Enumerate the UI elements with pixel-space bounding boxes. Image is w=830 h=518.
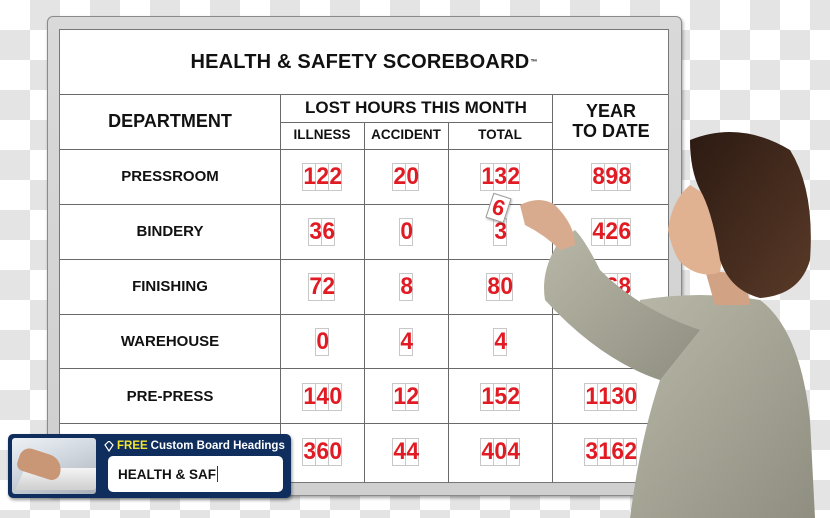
- header-illness: ILLNESS: [293, 127, 351, 143]
- cell-ytd: 3162: [552, 424, 670, 479]
- cell-accident: 4: [364, 314, 448, 369]
- digit-card[interactable]: 8: [616, 272, 631, 301]
- digit-card[interactable]: 0: [405, 162, 419, 191]
- digit-card[interactable]: 0: [623, 382, 637, 411]
- header-total: TOTAL: [478, 127, 522, 143]
- digit-card[interactable]: 3: [584, 437, 598, 466]
- digit-card[interactable]: 4: [392, 437, 406, 466]
- digit-card[interactable]: 3: [301, 437, 316, 466]
- board-title: HEALTH & SAFETY SCOREBOARD ™: [190, 50, 538, 73]
- department-name: WAREHOUSE: [120, 333, 220, 350]
- digit-card[interactable]: 6: [321, 217, 335, 246]
- leaf-logo-icon: [104, 440, 114, 452]
- cell-total: 404: [448, 424, 552, 479]
- digit-card[interactable]: 1: [301, 162, 316, 191]
- scoreboard: HEALTH & SAFETY SCOREBOARD ™ DEPARTMENT L…: [59, 29, 669, 483]
- neck: [705, 270, 750, 305]
- digit-card[interactable]: 8: [590, 162, 605, 191]
- digit-card[interactable]: 1: [301, 382, 316, 411]
- digit-card[interactable]: 4: [398, 327, 413, 356]
- trademark: ™: [530, 58, 538, 66]
- cell-accident: 8: [364, 259, 448, 314]
- digit-card[interactable]: 2: [405, 382, 419, 411]
- cell-ytd: [552, 314, 670, 369]
- digit-card[interactable]: 0: [398, 217, 413, 246]
- cell-total: 4: [448, 314, 552, 369]
- cell-ytd: 898: [552, 149, 670, 204]
- text-caret: [217, 466, 218, 482]
- cell-illness: 122: [280, 149, 364, 204]
- digit-card[interactable]: 1: [479, 382, 494, 411]
- cell-illness: 72: [280, 259, 364, 314]
- department-name: FINISHING: [132, 278, 208, 295]
- cell-ytd: 1130: [552, 369, 670, 424]
- digit-card[interactable]: 0: [327, 437, 342, 466]
- promo-badge[interactable]: FREE Custom Board Headings HEALTH & SAF: [8, 434, 291, 498]
- digit-card[interactable]: 1: [597, 437, 611, 466]
- digit-card[interactable]: 6: [616, 217, 631, 246]
- cell-accident: 0: [364, 204, 448, 259]
- digit-card[interactable]: 6: [603, 272, 618, 301]
- digit-card[interactable]: 5: [590, 272, 605, 301]
- digit-card[interactable]: 4: [505, 437, 520, 466]
- digit-card[interactable]: 6: [610, 437, 624, 466]
- digit-card[interactable]: 3: [492, 162, 507, 191]
- header-department: DEPARTMENT: [108, 110, 232, 131]
- digit-card[interactable]: 0: [492, 437, 507, 466]
- digit-card[interactable]: 6: [314, 437, 329, 466]
- digit-card[interactable]: 1: [479, 162, 494, 191]
- digit-card[interactable]: 2: [505, 382, 520, 411]
- digit-card[interactable]: 0: [327, 382, 342, 411]
- digit-card[interactable]: 4: [314, 382, 329, 411]
- custom-heading-input[interactable]: HEALTH & SAF: [108, 456, 283, 492]
- cell-illness: 140: [280, 369, 364, 424]
- digit-card[interactable]: 8: [486, 272, 500, 301]
- digit-card[interactable]: 3: [610, 382, 624, 411]
- digit-card[interactable]: 0: [499, 272, 513, 301]
- department-name: PRE-PRESS: [126, 388, 214, 405]
- cell-accident: 44: [364, 424, 448, 479]
- promo-heading-text: Custom Board Headings: [150, 440, 285, 452]
- digit-card[interactable]: 1: [597, 382, 611, 411]
- digit-card[interactable]: 3: [308, 217, 322, 246]
- cell-illness: 36: [280, 204, 364, 259]
- digit-card[interactable]: 2: [392, 162, 406, 191]
- digit-card[interactable]: 4: [479, 437, 494, 466]
- promo-heading: FREE Custom Board Headings: [104, 440, 285, 452]
- header-accident: ACCIDENT: [371, 127, 441, 143]
- digit-card[interactable]: 8: [398, 272, 413, 301]
- typing-photo: [12, 438, 96, 494]
- digit-card[interactable]: 1: [392, 382, 406, 411]
- cell-accident: 12: [364, 369, 448, 424]
- digit-card[interactable]: 4: [405, 437, 419, 466]
- cell-total: 80: [448, 259, 552, 314]
- cell-illness: 360: [280, 424, 364, 479]
- department-name: PRESSROOM: [121, 168, 219, 185]
- digit-card[interactable]: 7: [308, 272, 322, 301]
- digit-card[interactable]: 2: [505, 162, 520, 191]
- free-label: FREE: [117, 440, 148, 452]
- digit-card[interactable]: 4: [590, 217, 605, 246]
- digit-card[interactable]: 2: [623, 437, 637, 466]
- cell-accident: 20: [364, 149, 448, 204]
- digit-card[interactable]: 4: [492, 327, 507, 356]
- digit-card[interactable]: 5: [492, 382, 507, 411]
- digit-card[interactable]: 2: [603, 217, 618, 246]
- digit-card[interactable]: 2: [327, 162, 342, 191]
- cell-illness: 0: [280, 314, 364, 369]
- digit-card[interactable]: 1: [584, 382, 598, 411]
- cell-total: 152: [448, 369, 552, 424]
- digit-card[interactable]: 2: [321, 272, 335, 301]
- digit-card[interactable]: 8: [616, 162, 631, 191]
- department-name: BINDERY: [136, 223, 204, 240]
- digit-card[interactable]: 2: [314, 162, 329, 191]
- hair: [690, 132, 811, 298]
- digit-card[interactable]: 9: [603, 162, 618, 191]
- cell-ytd: 568: [552, 259, 670, 314]
- header-lost-hours: LOST HOURS THIS MONTH: [305, 97, 527, 117]
- digit-card[interactable]: 0: [314, 327, 329, 356]
- header-year-to-date: YEAR TO DATE: [572, 100, 650, 141]
- cell-ytd: 426: [552, 204, 670, 259]
